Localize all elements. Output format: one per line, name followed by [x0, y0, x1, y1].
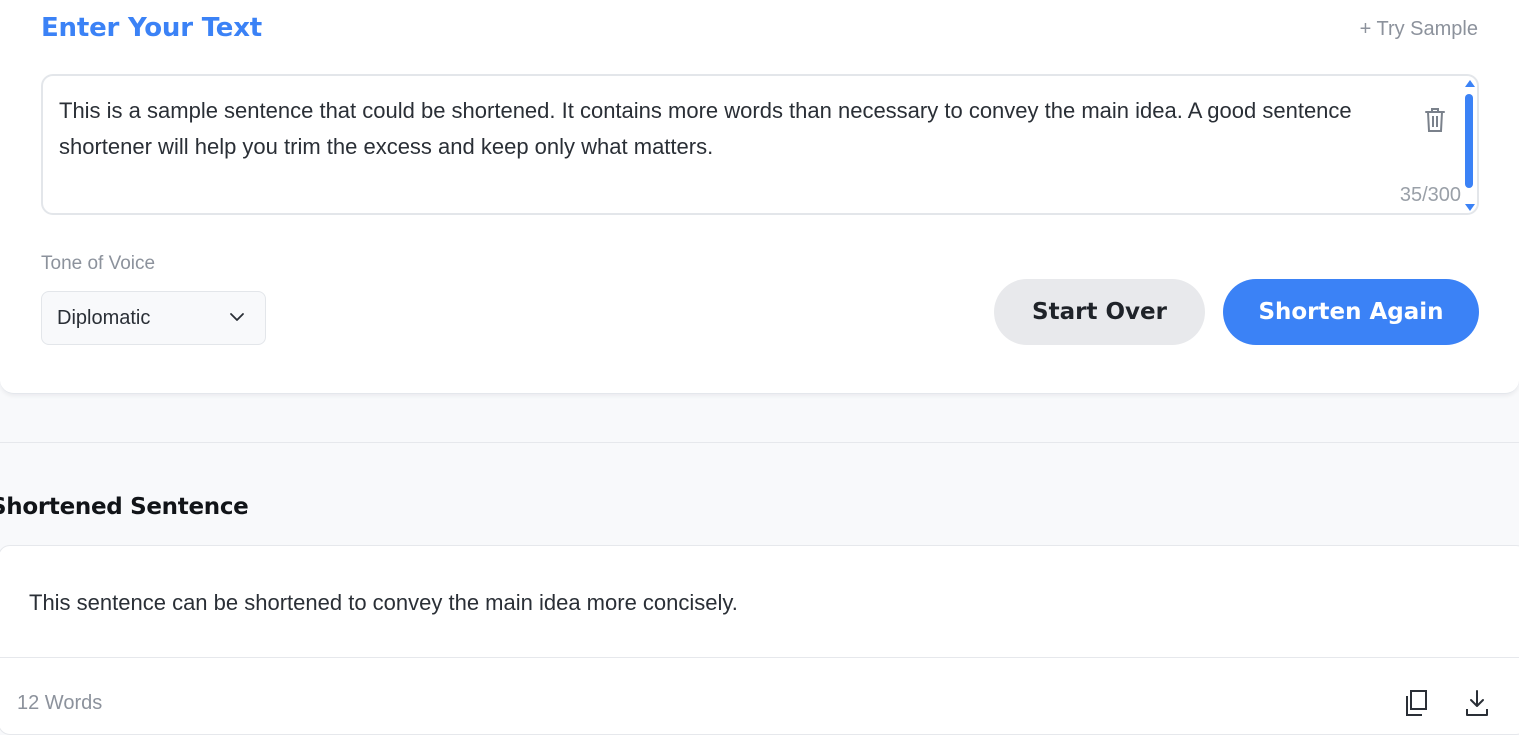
word-count: 12 Words [17, 692, 103, 714]
char-count: 35/300 [1399, 184, 1461, 206]
result-title: Shortened Sentence [0, 494, 249, 520]
tone-selected-value: Diplomatic [57, 307, 151, 329]
input-title: Enter Your Text [41, 13, 263, 43]
result-card: This sentence can be shortened to convey… [0, 545, 1519, 735]
start-over-button[interactable]: Start Over [994, 279, 1205, 345]
section-divider [0, 442, 1519, 443]
input-card: Enter Your Text + Try Sample This is a s… [0, 0, 1519, 394]
text-input-area[interactable]: This is a sample sentence that could be … [41, 74, 1479, 215]
result-text: This sentence can be shortened to convey… [29, 590, 738, 615]
result-divider [0, 657, 1519, 658]
try-sample-link[interactable]: + Try Sample [1360, 18, 1478, 41]
scroll-thumb[interactable] [1465, 94, 1473, 188]
tone-select[interactable]: Diplomatic [41, 291, 266, 345]
scroll-down-arrow-icon[interactable] [1465, 204, 1475, 211]
trash-icon[interactable] [1423, 106, 1447, 134]
tone-label: Tone of Voice [41, 253, 156, 274]
download-icon[interactable] [1463, 688, 1491, 718]
scroll-up-arrow-icon[interactable] [1465, 80, 1475, 87]
scrollbar[interactable] [1463, 80, 1475, 211]
chevron-down-icon [230, 313, 244, 321]
input-text[interactable]: This is a sample sentence that could be … [59, 93, 1389, 165]
shorten-again-button[interactable]: Shorten Again [1223, 279, 1479, 345]
copy-icon[interactable] [1403, 688, 1431, 718]
